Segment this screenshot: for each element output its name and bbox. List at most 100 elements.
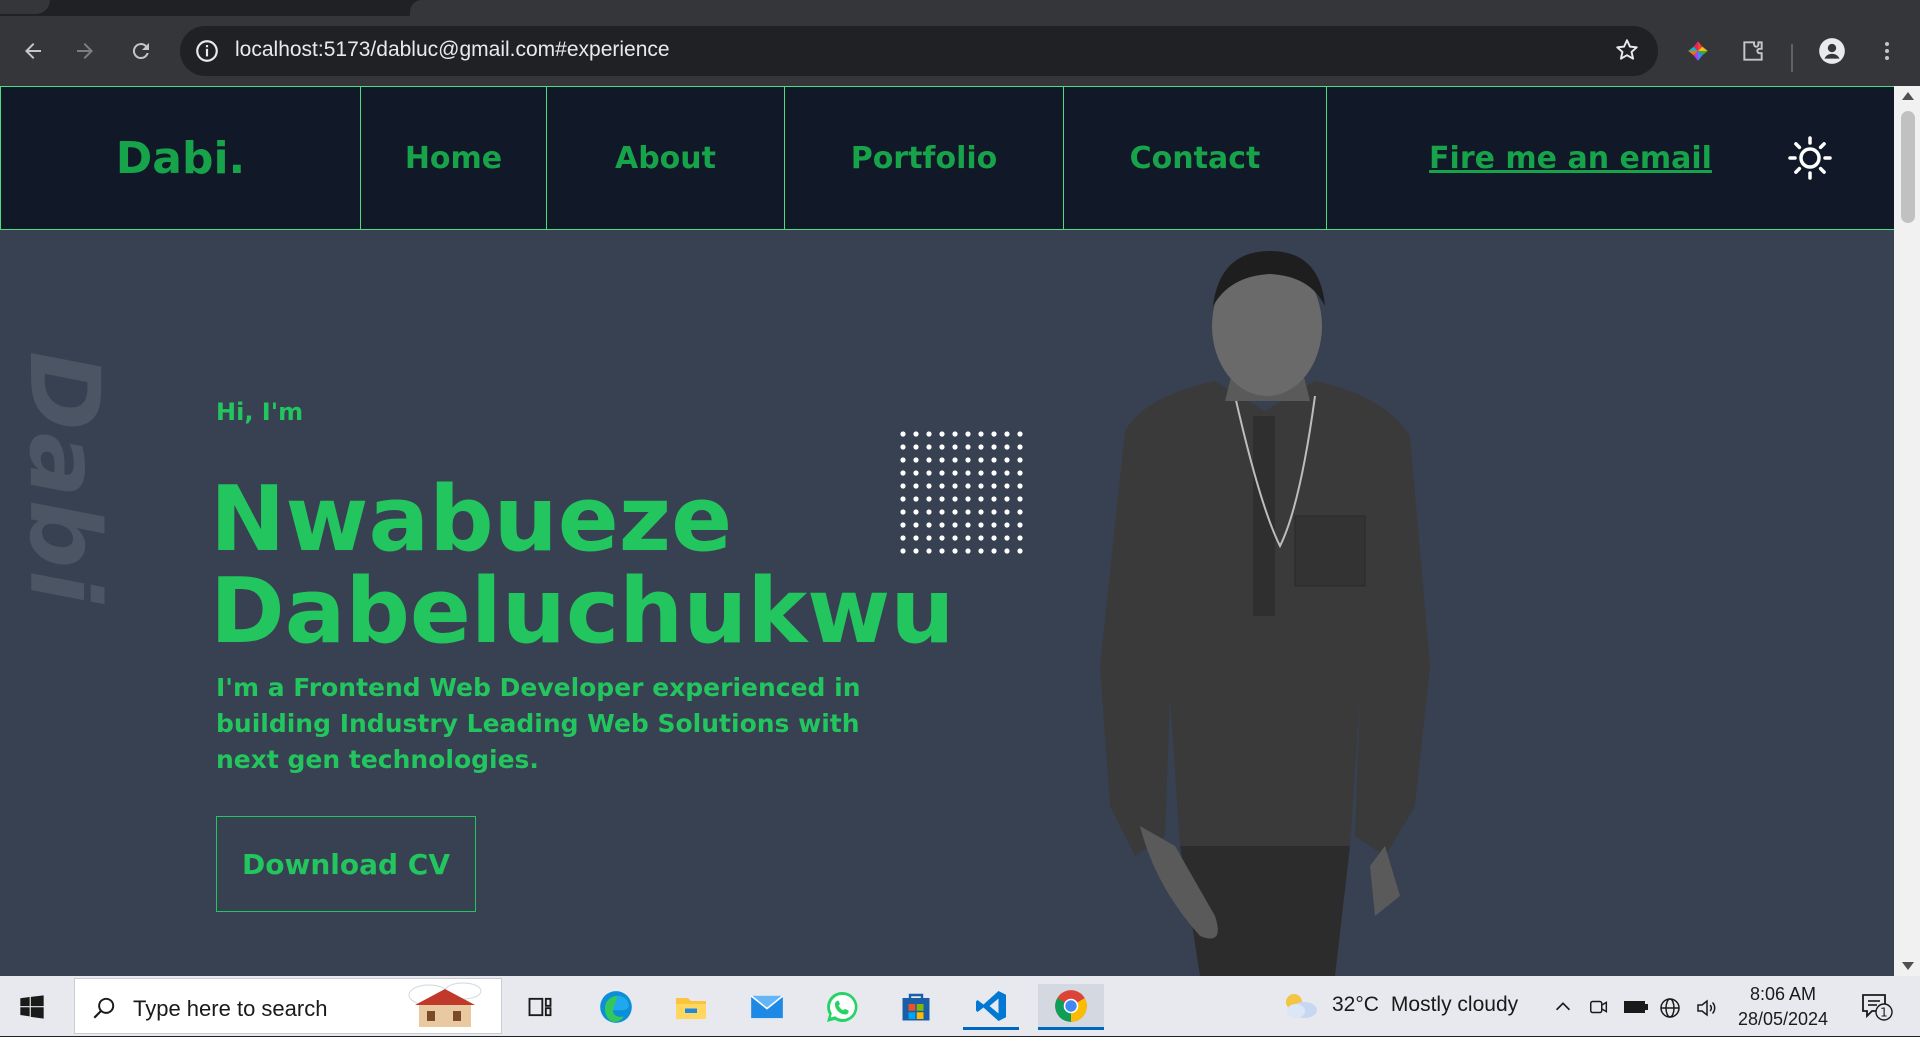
- decoration-dot: [939, 548, 945, 554]
- decoration-dot: [926, 470, 932, 476]
- meet-now-icon[interactable]: [1588, 996, 1610, 1022]
- folder-icon: [676, 998, 706, 1019]
- decoration-dot: [1017, 535, 1023, 541]
- decoration-dot: [1004, 457, 1010, 463]
- taskbar-search[interactable]: Type here to search: [74, 978, 502, 1034]
- decoration-dot: [913, 522, 919, 528]
- windows-start-icon[interactable]: [18, 993, 46, 1025]
- decoration-dot: [926, 535, 932, 541]
- decoration-dot: [991, 457, 997, 463]
- decoration-dot: [900, 496, 906, 502]
- network-globe-icon[interactable]: [1658, 996, 1682, 1024]
- whatsapp-icon: [827, 991, 858, 1022]
- decoration-dot: [1004, 444, 1010, 450]
- taskbar-store[interactable]: [888, 984, 944, 1030]
- volume-icon[interactable]: [1694, 996, 1718, 1024]
- color-extension-button[interactable]: [1683, 36, 1713, 66]
- address-bar[interactable]: localhost:5173/dabluc@gmail.com#experien…: [180, 26, 1658, 76]
- decoration-dot: [952, 522, 958, 528]
- toolbar-divider: [1791, 44, 1793, 72]
- nav-link-contact[interactable]: Contact: [1064, 87, 1327, 229]
- decoration-dot: [1004, 470, 1010, 476]
- tab-edge[interactable]: [0, 0, 50, 14]
- bookmark-star-icon[interactable]: [1614, 37, 1640, 67]
- search-placeholder[interactable]: Type here to search: [133, 996, 327, 1022]
- page-scrollbar[interactable]: [1894, 86, 1920, 976]
- site-navbar: Dabi. Home About Portfolio Contact Fire …: [0, 86, 1895, 230]
- decoration-dot: [965, 444, 971, 450]
- task-view-icon: [528, 997, 552, 1017]
- dot-grid-decoration: [900, 431, 1023, 554]
- arrow-right-icon: [77, 43, 93, 59]
- system-clock[interactable]: 8:06 AM 28/05/2024: [1728, 982, 1838, 1032]
- side-watermark-text: Dabi: [8, 351, 120, 606]
- taskbar-vscode[interactable]: [963, 984, 1019, 1030]
- decoration-dot: [900, 548, 906, 554]
- decoration-dot: [926, 431, 932, 437]
- profile-icon: [1819, 38, 1845, 64]
- decoration-dot: [965, 470, 971, 476]
- hero-greeting: Hi, I'm: [216, 398, 304, 426]
- browser-menu-button[interactable]: [1872, 36, 1902, 66]
- decoration-dot: [1017, 470, 1023, 476]
- weather-description: Mostly cloudy: [1390, 993, 1519, 1016]
- chrome-icon: [1055, 989, 1087, 1022]
- battery-icon[interactable]: [1622, 996, 1650, 1022]
- active-tab[interactable]: [410, 0, 1920, 16]
- decoration-dot: [926, 444, 932, 450]
- profile-button[interactable]: [1817, 36, 1847, 66]
- decoration-dot: [900, 457, 906, 463]
- decoration-dot: [1017, 483, 1023, 489]
- scroll-down-arrow[interactable]: [1902, 962, 1914, 970]
- scroll-up-arrow[interactable]: [1902, 92, 1914, 100]
- weather-widget[interactable]: 32°C Mostly cloudy: [1280, 990, 1518, 1020]
- decoration-dot: [913, 509, 919, 515]
- back-button[interactable]: [18, 36, 48, 66]
- decoration-dot: [978, 457, 984, 463]
- taskbar-whatsapp[interactable]: [814, 984, 870, 1030]
- tray-chevron-up-icon[interactable]: [1552, 996, 1574, 1022]
- decoration-dot: [991, 431, 997, 437]
- nav-link-home[interactable]: Home: [361, 87, 547, 229]
- decoration-dot: [978, 509, 984, 515]
- decoration-dot: [952, 457, 958, 463]
- decoration-dot: [978, 444, 984, 450]
- taskbar-mail[interactable]: [739, 984, 795, 1030]
- decoration-dot: [939, 444, 945, 450]
- download-cv-button[interactable]: Download CV: [216, 816, 476, 912]
- taskbar-edge[interactable]: [588, 984, 644, 1030]
- decoration-dot: [991, 483, 997, 489]
- decoration-dot: [900, 470, 906, 476]
- more-vertical-icon: [1885, 42, 1889, 60]
- task-view-button[interactable]: [512, 984, 568, 1030]
- decoration-dot: [1004, 535, 1010, 541]
- nav-email-cell: Fire me an email: [1327, 87, 1894, 229]
- extensions-button[interactable]: [1738, 36, 1768, 66]
- url-text[interactable]: localhost:5173/dabluc@gmail.com#experien…: [235, 38, 670, 62]
- decoration-dot: [952, 483, 958, 489]
- scroll-thumb[interactable]: [1901, 111, 1915, 223]
- hero-name-first: Nwabueze: [210, 467, 733, 572]
- forward-button[interactable]: [70, 36, 100, 66]
- taskbar-chrome[interactable]: [1038, 984, 1104, 1030]
- sun-icon[interactable]: [1788, 136, 1832, 180]
- decoration-dot: [952, 509, 958, 515]
- nav-link-about[interactable]: About: [547, 87, 785, 229]
- notification-icon[interactable]: 1: [1860, 992, 1894, 1026]
- clock-date: 28/05/2024: [1737, 1009, 1829, 1029]
- nav-link-portfolio[interactable]: Portfolio: [785, 87, 1064, 229]
- site-logo[interactable]: Dabi.: [1, 87, 361, 229]
- decoration-dot: [913, 535, 919, 541]
- decoration-dot: [900, 483, 906, 489]
- email-link[interactable]: Fire me an email: [1429, 141, 1712, 176]
- decoration-dot: [965, 483, 971, 489]
- taskbar-file-explorer[interactable]: [663, 984, 719, 1030]
- decoration-dot: [991, 522, 997, 528]
- reload-button[interactable]: [126, 36, 156, 66]
- weather-temperature: 32°C: [1332, 993, 1379, 1016]
- decoration-dot: [1017, 496, 1023, 502]
- decoration-dot: [939, 522, 945, 528]
- decoration-dot: [965, 496, 971, 502]
- search-icon: [91, 995, 117, 1025]
- site-info-icon[interactable]: [194, 38, 220, 68]
